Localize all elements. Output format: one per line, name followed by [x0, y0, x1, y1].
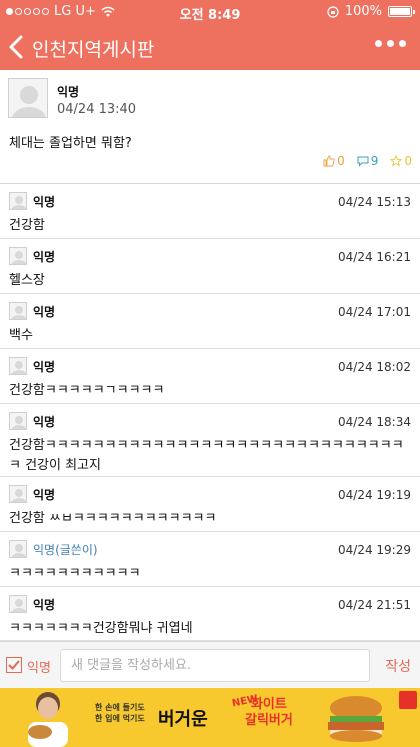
- comment-avatar: [9, 192, 27, 210]
- comment-count[interactable]: 9: [357, 154, 378, 168]
- comment-item[interactable]: 익명 04/24 17:01 백수: [0, 294, 420, 349]
- comment-avatar: [9, 412, 27, 430]
- comment-time: 04/24 16:21: [338, 250, 411, 264]
- comment-text: 헬스장: [9, 273, 45, 288]
- comment-item[interactable]: 익명(글쓴이) 04/24 19:29 ㅋㅋㅋㅋㅋㅋㅋㅋㅋㅋㅋ: [0, 532, 420, 587]
- comment-text: 건강함: [9, 218, 45, 233]
- comment-text: 건강함ㅋㅋㅋㅋㅋㅋㅋㅋㅋㅋㅋㅋㅋㅋㅋㅋㅋㅋㅋㅋㅋㅋㅋㅋㅋㅋㅋㅋㅋㅋ ㅋ 건강이 …: [9, 438, 404, 473]
- ad-model-image: [28, 692, 68, 747]
- post-body: 체대는 졸업하면 뭐함?: [9, 136, 132, 151]
- anonymous-label[interactable]: 익명: [27, 657, 51, 676]
- nav-bar: 인천지역게시판: [0, 24, 420, 70]
- original-post: 익명 04/24 13:40 체대는 졸업하면 뭐함? 0 9 0: [0, 70, 420, 184]
- battery-percent: 100%: [344, 4, 382, 19]
- comment-time: 04/24 18:02: [338, 360, 411, 374]
- comment-avatar: [9, 485, 27, 503]
- post-stats: 0 9 0: [323, 154, 412, 168]
- comment-author: 익명: [33, 488, 56, 502]
- comment-item[interactable]: 익명 04/24 15:13 건강함: [0, 184, 420, 239]
- more-dots-icon[interactable]: [375, 40, 406, 47]
- comment-time: 04/24 17:01: [338, 305, 411, 319]
- comment-item[interactable]: 익명 04/24 18:02 건강함ㅋㅋㅋㅋㅋㄱㅋㅋㅋㅋ: [0, 349, 420, 404]
- comment-item[interactable]: 익명 04/24 21:51 ㅋㅋㅋㅋㅋㅋㅋ건강함뭐냐 귀엽네: [0, 587, 420, 641]
- status-bar: LG U+ 오전 8:49 100%: [0, 0, 420, 24]
- board-title: 인천지역게시판: [32, 39, 155, 61]
- comment-time: 04/24 15:13: [338, 195, 411, 209]
- rotation-lock-icon: [327, 5, 339, 18]
- comment-time: 04/24 18:34: [338, 415, 411, 429]
- comment-author: 익명: [33, 250, 56, 264]
- chevron-left-icon[interactable]: [6, 34, 30, 60]
- comment-author: 익명: [33, 598, 56, 612]
- ad-banner[interactable]: 한 손에 들기도 한 입에 먹기도 버거운 NEW 화이트 갈릭버거: [0, 688, 420, 747]
- post-author: 익명: [57, 85, 80, 99]
- ad-headline: 버거운: [158, 709, 208, 730]
- star-icon: [390, 155, 403, 167]
- scrap-count[interactable]: 0: [390, 154, 412, 168]
- ad-slogan: 한 손에 들기도 한 입에 먹기도: [95, 703, 145, 723]
- comment-item[interactable]: 익명 04/24 16:21 헬스장: [0, 239, 420, 294]
- anonymous-checkbox[interactable]: [6, 657, 22, 673]
- comment-avatar: [9, 595, 27, 613]
- comment-item[interactable]: 익명 04/24 19:19 건강함 ㅆㅂㅋㅋㅋㅋㅋㅋㅋㅋㅋㅋㅋㅋ: [0, 477, 420, 532]
- ad-product-name: 화이트 갈릭버거: [245, 697, 293, 728]
- comment-author: 익명: [33, 415, 56, 429]
- speech-bubble-icon: [357, 156, 369, 167]
- comment-author: 익명: [33, 195, 56, 209]
- brand-logo-icon: [399, 691, 417, 709]
- comment-time: 04/24 21:51: [338, 598, 411, 612]
- like-count[interactable]: 0: [323, 154, 345, 168]
- comment-avatar: [9, 540, 27, 558]
- comment-avatar: [9, 357, 27, 375]
- battery-icon: [388, 6, 415, 17]
- comment-time: 04/24 19:29: [338, 543, 411, 557]
- post-author-avatar: [8, 78, 48, 118]
- burger-image: [328, 696, 384, 742]
- comment-time: 04/24 19:19: [338, 488, 411, 502]
- comment-text: ㅋㅋㅋㅋㅋㅋㅋㅋㅋㅋㅋ: [9, 566, 141, 581]
- post-time: 04/24 13:40: [57, 102, 137, 117]
- comment-avatar: [9, 302, 27, 320]
- checkmark-icon: [8, 660, 20, 670]
- comment-text: 건강함ㅋㅋㅋㅋㅋㄱㅋㅋㅋㅋ: [9, 383, 165, 398]
- comment-text: 백수: [9, 328, 33, 343]
- comment-input[interactable]: [60, 649, 370, 682]
- comment-author: 익명: [33, 360, 56, 374]
- comment-text: 건강함 ㅆㅂㅋㅋㅋㅋㅋㅋㅋㅋㅋㅋㅋㅋ: [9, 511, 217, 526]
- status-bar-right: 100%: [327, 4, 415, 19]
- comment-item[interactable]: 익명 04/24 18:34 건강함ㅋㅋㅋㅋㅋㅋㅋㅋㅋㅋㅋㅋㅋㅋㅋㅋㅋㅋㅋㅋㅋㅋㅋㅋ…: [0, 404, 420, 477]
- comment-text: ㅋㅋㅋㅋㅋㅋㅋ건강함뭐냐 귀엽네: [9, 621, 193, 636]
- submit-button[interactable]: 작성: [385, 656, 411, 676]
- comment-author: 익명: [33, 305, 56, 319]
- comment-author: 익명(글쓴이): [33, 543, 98, 557]
- thumbs-up-icon: [323, 155, 335, 167]
- comment-avatar: [9, 247, 27, 265]
- comment-input-bar: 익명 작성: [0, 641, 420, 688]
